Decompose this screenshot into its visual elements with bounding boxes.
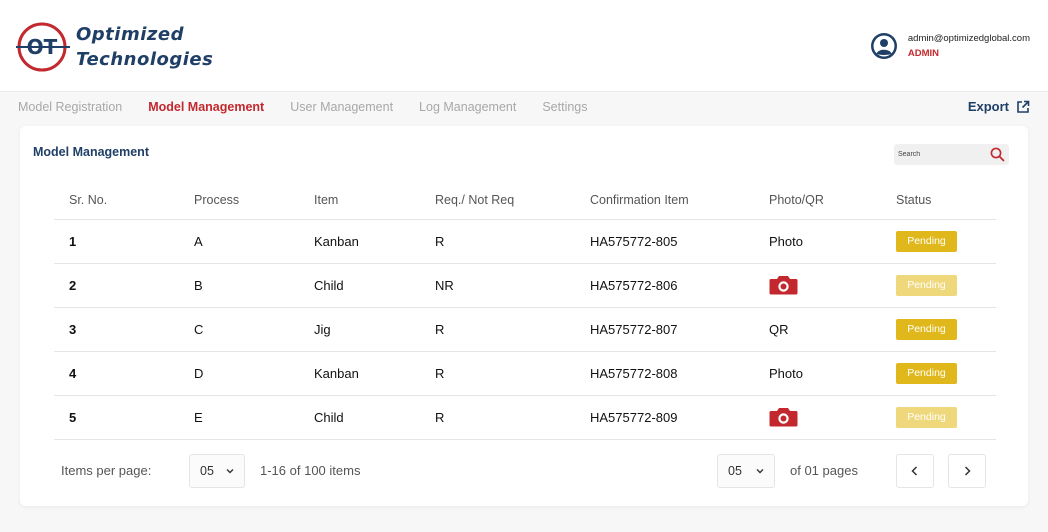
cell-status: Pending bbox=[881, 351, 996, 396]
cell-item: Child bbox=[299, 263, 420, 308]
cell-sr: 3 bbox=[54, 307, 179, 352]
status-badge: Pending bbox=[896, 230, 957, 252]
cell-confirmation: HA575772-805 bbox=[575, 219, 754, 264]
tab-user-management[interactable]: User Management bbox=[290, 100, 393, 114]
cell-item: Kanban bbox=[299, 219, 420, 264]
user-role: ADMIN bbox=[907, 47, 940, 59]
cell-photo-qr: Photo bbox=[754, 351, 881, 396]
table-row[interactable]: 3 C Jig R HA575772-807 QR Pending bbox=[54, 307, 996, 352]
company-logo-text: Optimized Technologies bbox=[76, 22, 213, 72]
cell-item: Jig bbox=[299, 307, 420, 352]
items-per-page-label: Items per page: bbox=[61, 463, 152, 478]
cell-status: Pending bbox=[881, 395, 996, 440]
cell-sr: 4 bbox=[54, 351, 179, 396]
col-process: Process bbox=[179, 181, 299, 220]
status-badge: Pending bbox=[896, 274, 957, 296]
tab-settings[interactable]: Settings bbox=[542, 100, 587, 114]
camera-icon[interactable] bbox=[769, 407, 798, 427]
user-avatar-icon[interactable] bbox=[870, 32, 898, 60]
cell-confirmation: HA575772-806 bbox=[575, 263, 754, 308]
cell-process: D bbox=[179, 351, 299, 396]
cell-sr: 5 bbox=[54, 395, 179, 440]
camera-icon[interactable] bbox=[769, 275, 798, 295]
next-page-button[interactable] bbox=[948, 454, 986, 488]
col-status: Status bbox=[881, 181, 996, 220]
search-icon[interactable] bbox=[990, 147, 1005, 162]
table-row[interactable]: 1 A Kanban R HA575772-805 Photo Pending bbox=[54, 219, 996, 264]
cell-photo-qr: QR bbox=[754, 307, 881, 352]
cell-sr: 2 bbox=[54, 263, 179, 308]
col-photo-qr: Photo/QR bbox=[754, 181, 881, 220]
status-badge: Pending bbox=[896, 406, 957, 428]
pagination-bar: Items per page: 05 1-16 of 100 items 05 … bbox=[20, 450, 1028, 490]
prev-page-button[interactable] bbox=[896, 454, 934, 488]
main-nav: Model Registration Model Management User… bbox=[18, 100, 614, 114]
cell-req: R bbox=[420, 307, 575, 352]
cell-sr: 1 bbox=[54, 219, 179, 264]
card-title: Model Management bbox=[33, 145, 149, 159]
col-sr-no: Sr. No. bbox=[54, 181, 179, 220]
col-confirmation: Confirmation Item bbox=[575, 181, 754, 220]
cell-process: B bbox=[179, 263, 299, 308]
status-badge: Pending bbox=[896, 362, 957, 384]
cell-status: Pending bbox=[881, 263, 996, 308]
table-header-row: Sr. No. Process Item Req./ Not Req Confi… bbox=[54, 181, 996, 220]
page-select-value: 05 bbox=[728, 464, 742, 478]
cell-status: Pending bbox=[881, 307, 996, 352]
cell-item: Kanban bbox=[299, 351, 420, 396]
search-box[interactable] bbox=[894, 144, 1009, 165]
page-select[interactable]: 05 bbox=[717, 454, 775, 488]
col-req: Req./ Not Req bbox=[420, 181, 575, 220]
cell-status: Pending bbox=[881, 219, 996, 264]
cell-photo-qr: Photo bbox=[754, 219, 881, 264]
chevron-down-icon bbox=[756, 469, 764, 474]
model-table: Sr. No. Process Item Req./ Not Req Confi… bbox=[54, 181, 996, 440]
cell-req: R bbox=[420, 351, 575, 396]
items-per-page-select[interactable]: 05 bbox=[189, 454, 245, 488]
cell-req: R bbox=[420, 219, 575, 264]
cell-confirmation: HA575772-808 bbox=[575, 351, 754, 396]
cell-photo-qr bbox=[754, 395, 881, 440]
col-item: Item bbox=[299, 181, 420, 220]
cell-req: R bbox=[420, 395, 575, 440]
pages-total-text: of 01 pages bbox=[790, 463, 858, 478]
cell-confirmation: HA575772-807 bbox=[575, 307, 754, 352]
search-input[interactable] bbox=[898, 147, 984, 162]
export-label: Export bbox=[967, 99, 1009, 114]
items-per-page-value: 05 bbox=[200, 464, 214, 478]
user-meta: admin@optimizedglobal.com ADMIN bbox=[908, 32, 1030, 61]
user-email: admin@optimizedglobal.com bbox=[907, 32, 1030, 44]
app-header: OT Optimized Technologies admin@optimize… bbox=[0, 0, 1048, 92]
table-row[interactable]: 5 E Child R HA575772-809 Pending bbox=[54, 395, 996, 440]
external-link-icon bbox=[1017, 100, 1030, 113]
tab-log-management[interactable]: Log Management bbox=[419, 100, 516, 114]
company-logo-icon: OT bbox=[16, 22, 70, 72]
chevron-down-icon bbox=[226, 469, 234, 474]
table-row[interactable]: 2 B Child NR HA575772-806 Pending bbox=[54, 263, 996, 308]
chevron-right-icon bbox=[964, 466, 971, 476]
table-row[interactable]: 4 D Kanban R HA575772-808 Photo Pending bbox=[54, 351, 996, 396]
model-management-card: Model Management Sr. No. Process Item Re… bbox=[20, 126, 1028, 506]
cell-confirmation: HA575772-809 bbox=[575, 395, 754, 440]
brand-line-2: Technologies bbox=[76, 49, 214, 70]
cell-process: A bbox=[179, 219, 299, 264]
user-menu[interactable]: admin@optimizedglobal.com ADMIN bbox=[870, 30, 1030, 62]
cell-item: Child bbox=[299, 395, 420, 440]
cell-process: C bbox=[179, 307, 299, 352]
export-button[interactable]: Export bbox=[968, 99, 1030, 114]
cell-process: E bbox=[179, 395, 299, 440]
tab-model-registration[interactable]: Model Registration bbox=[18, 100, 122, 114]
svg-text:OT: OT bbox=[27, 35, 58, 59]
cell-photo-qr bbox=[754, 263, 881, 308]
item-range-text: 1-16 of 100 items bbox=[260, 463, 361, 478]
chevron-left-icon bbox=[911, 466, 918, 476]
status-badge: Pending bbox=[896, 318, 957, 340]
brand-line-1: Optimized bbox=[76, 24, 184, 45]
cell-req: NR bbox=[420, 263, 575, 308]
tab-model-management[interactable]: Model Management bbox=[148, 100, 264, 114]
